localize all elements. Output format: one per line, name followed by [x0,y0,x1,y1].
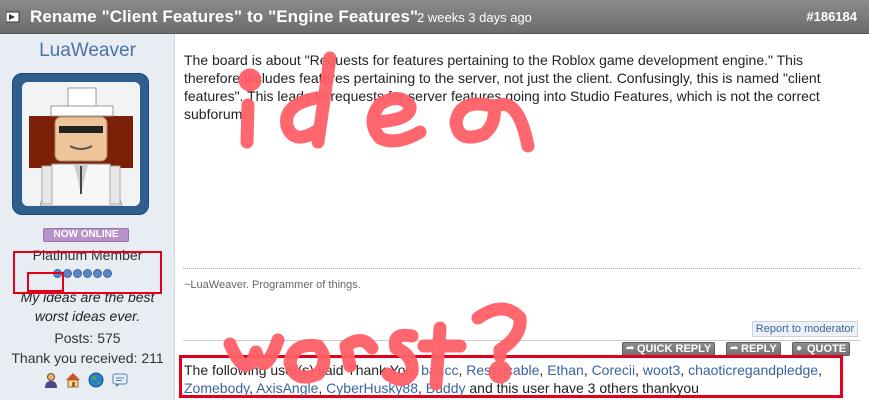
worst-highlight-box [27,272,64,292]
thanks-prefix: The following user(s) said Thank You: [184,362,422,378]
user-profile-sidebar: LuaWeaver NOW ONLINE Platinum Member My … [0,34,175,400]
thanks-user-link[interactable]: Resyncable [466,362,539,378]
thanks-suffix: and this user have 3 others thankyou [465,380,699,396]
thanks-user-link[interactable]: Corecii [592,362,636,378]
actions-divider [183,340,860,341]
report-to-moderator-button[interactable]: Report to moderator [752,321,858,337]
post-signature: ~LuaWeaver. Programmer of things. [184,279,361,291]
reply-arrow-icon: ➦ [730,343,739,354]
quote-label: QUOTE [807,343,847,355]
post-toggle-icon[interactable] [6,11,20,23]
reply-arrow-icon: ➦ [626,343,635,354]
tagline-word: worst [34,308,69,324]
thanks-received: Thank you received: 211 [11,350,164,366]
thanks-user-link[interactable]: chaoticregandpledge [688,362,818,378]
avatar-image [22,82,140,206]
home-icon[interactable] [65,372,81,388]
post-title[interactable]: Rename "Client Features" to "Engine Feat… [30,7,418,27]
avatar[interactable] [12,73,149,215]
thanks-user-link[interactable]: woot3 [643,362,680,378]
message-icon[interactable] [112,372,128,388]
post-date: 2 weeks 3 days ago [417,10,532,25]
thanks-user-link[interactable]: Buddy [426,380,466,396]
post-body: The board is about "Requests for feature… [184,52,821,122]
online-status-badge: NOW ONLINE [43,228,129,242]
post-count: Posts: 575 [54,330,121,346]
thanks-user-link[interactable]: Zomebody [184,380,249,396]
thanks-user-link[interactable]: badcc [421,362,458,378]
reply-button[interactable]: ➦ REPLY [726,342,781,356]
signature-divider [183,268,860,269]
user-icon[interactable] [43,372,59,388]
globe-icon[interactable] [88,372,104,388]
quick-reply-button[interactable]: ➦ QUICK REPLY [622,342,716,356]
tagline-rest: ideas ever. [68,308,141,324]
speech-bubble-icon: ● [796,343,803,354]
thanks-user-link[interactable]: CyberHusky88 [326,380,418,396]
username-link[interactable]: LuaWeaver [0,40,175,62]
reply-label: REPLY [741,343,777,355]
post-header: Rename "Client Features" to "Engine Feat… [0,0,869,34]
profile-icons [43,372,133,390]
post-number-link[interactable]: #186184 [806,9,857,24]
thanks-user-link[interactable]: Ethan [547,362,584,378]
thank-you-list: The following user(s) said Thank You: ba… [184,362,822,396]
quote-button[interactable]: ● QUOTE [792,342,851,356]
thanks-user-link[interactable]: AxisAngle [256,380,318,396]
quick-reply-label: QUICK REPLY [637,343,712,355]
